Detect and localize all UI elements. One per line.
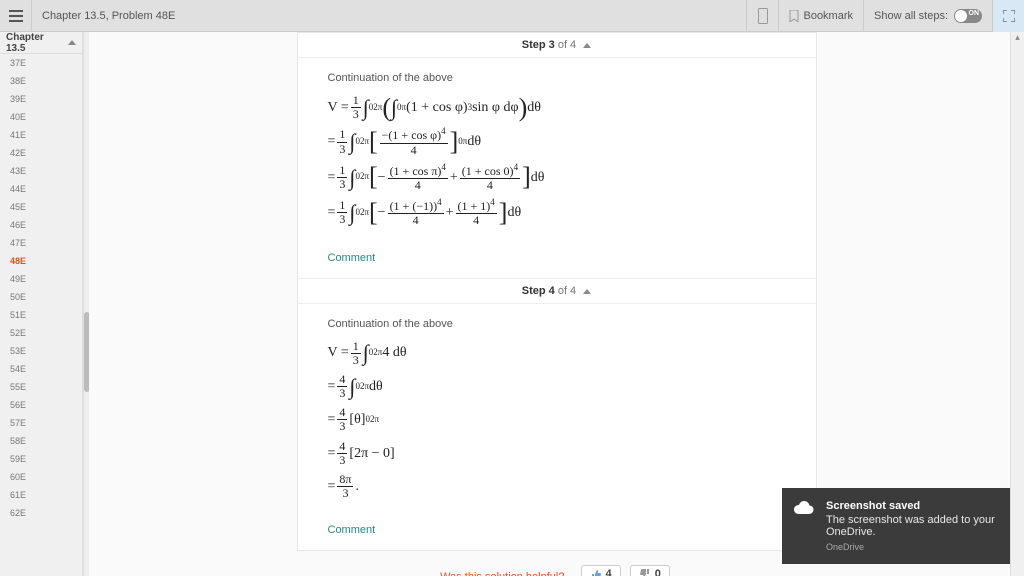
solution-page: Step 3 of 4 Continuation of the above V … xyxy=(297,32,817,551)
step-3-comment-link[interactable]: Comment xyxy=(298,244,816,278)
sidebar-item-41E[interactable]: 41E xyxy=(0,126,82,144)
sidebar-item-50E[interactable]: 50E xyxy=(0,288,82,306)
sidebar-item-40E[interactable]: 40E xyxy=(0,108,82,126)
toast-source: OneDrive xyxy=(826,542,1000,552)
main: Chapter 13.5 37E38E39E40E41E42E43E44E45E… xyxy=(0,32,1024,576)
bookmark-label: Bookmark xyxy=(803,10,853,22)
chevron-up-icon xyxy=(583,289,591,294)
sidebar-item-62E[interactable]: 62E xyxy=(0,504,82,522)
sidebar-item-60E[interactable]: 60E xyxy=(0,468,82,486)
thumbs-down-button[interactable]: 0 xyxy=(630,565,670,576)
show-steps-control: Show all steps: ON xyxy=(863,0,992,32)
sidebar-item-48E[interactable]: 48E xyxy=(0,252,82,270)
toast-body: The screenshot was added to your OneDriv… xyxy=(826,514,1000,538)
thumbs-up-icon xyxy=(590,568,602,576)
chevron-up-icon xyxy=(68,40,76,45)
sidebar-item-38E[interactable]: 38E xyxy=(0,72,82,90)
thumbs-down-icon xyxy=(639,568,651,576)
sidebar-heading[interactable]: Chapter 13.5 xyxy=(0,32,82,54)
screenshot-toast[interactable]: Screenshot saved The screenshot was adde… xyxy=(782,488,1012,564)
step-3-body: Continuation of the above V = 13 ∫02π ( … xyxy=(298,58,816,244)
cloud-icon xyxy=(792,500,816,518)
sidebar-item-53E[interactable]: 53E xyxy=(0,342,82,360)
topbar: Chapter 13.5, Problem 48E Bookmark Show … xyxy=(0,0,1024,32)
toast-title: Screenshot saved xyxy=(826,500,1000,512)
step-3-math: V = 13 ∫02π ( ∫0π (1 + cos φ)3 sin φ dφ … xyxy=(328,94,786,228)
sidebar-item-39E[interactable]: 39E xyxy=(0,90,82,108)
sidebar-item-37E[interactable]: 37E xyxy=(0,54,82,72)
menu-icon[interactable] xyxy=(0,0,32,32)
step-4-comment-link[interactable]: Comment xyxy=(298,516,816,550)
sidebar-item-49E[interactable]: 49E xyxy=(0,270,82,288)
step-4-body: Continuation of the above V = 13 ∫02π 4 … xyxy=(298,304,816,517)
sidebar-item-52E[interactable]: 52E xyxy=(0,324,82,342)
helpful-question: Was this solution helpful? xyxy=(440,571,564,576)
bookmark-button[interactable]: Bookmark xyxy=(778,0,863,32)
content-scrollbar[interactable]: ▴ xyxy=(1010,32,1024,576)
step-4-lead: Continuation of the above xyxy=(328,318,786,330)
sidebar-item-61E[interactable]: 61E xyxy=(0,486,82,504)
sidebar-list: 37E38E39E40E41E42E43E44E45E46E47E48E49E5… xyxy=(0,54,82,576)
step-4-math: V = 13 ∫02π 4 dθ = 43 ∫02π dθ = 43 xyxy=(328,340,786,501)
fullscreen-icon[interactable] xyxy=(992,0,1024,32)
sidebar-item-42E[interactable]: 42E xyxy=(0,144,82,162)
show-steps-toggle[interactable]: ON xyxy=(954,9,982,23)
sidebar-item-59E[interactable]: 59E xyxy=(0,450,82,468)
content: Step 3 of 4 Continuation of the above V … xyxy=(89,32,1024,576)
sidebar-item-56E[interactable]: 56E xyxy=(0,396,82,414)
device-icon[interactable] xyxy=(746,0,778,32)
sidebar-item-44E[interactable]: 44E xyxy=(0,180,82,198)
sidebar-item-58E[interactable]: 58E xyxy=(0,432,82,450)
sidebar-item-55E[interactable]: 55E xyxy=(0,378,82,396)
page-title: Chapter 13.5, Problem 48E xyxy=(32,10,175,22)
step-3-lead: Continuation of the above xyxy=(328,72,786,84)
sidebar-item-57E[interactable]: 57E xyxy=(0,414,82,432)
sidebar-item-45E[interactable]: 45E xyxy=(0,198,82,216)
sidebar: Chapter 13.5 37E38E39E40E41E42E43E44E45E… xyxy=(0,32,83,576)
sidebar-item-43E[interactable]: 43E xyxy=(0,162,82,180)
sidebar-item-54E[interactable]: 54E xyxy=(0,360,82,378)
step-3-header[interactable]: Step 3 of 4 xyxy=(298,33,816,58)
show-steps-label: Show all steps: xyxy=(874,10,948,22)
sidebar-item-47E[interactable]: 47E xyxy=(0,234,82,252)
sidebar-item-46E[interactable]: 46E xyxy=(0,216,82,234)
chevron-up-icon xyxy=(583,43,591,48)
sidebar-item-51E[interactable]: 51E xyxy=(0,306,82,324)
thumbs-up-button[interactable]: 4 xyxy=(581,565,621,576)
toggle-knob xyxy=(955,10,967,22)
step-4-header[interactable]: Step 4 of 4 xyxy=(298,278,816,304)
bookmark-icon xyxy=(789,10,799,22)
